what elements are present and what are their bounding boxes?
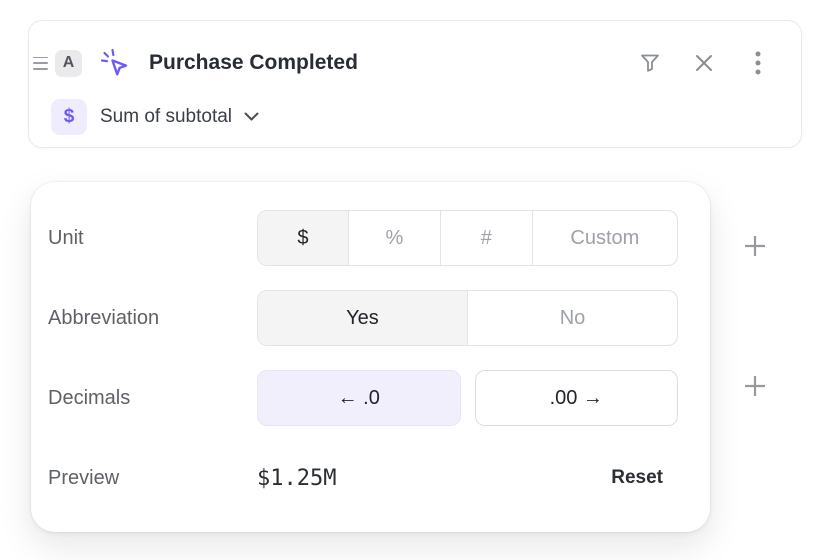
decimals-row: Decimals ← .0 .00 → bbox=[48, 370, 678, 426]
dollar-metric-icon: $ bbox=[51, 99, 87, 135]
close-button[interactable] bbox=[689, 48, 719, 78]
plus-icon bbox=[743, 374, 767, 398]
increase-decimals-button[interactable]: .00 → bbox=[475, 370, 679, 426]
abbreviation-segmented-control: Yes No bbox=[257, 290, 678, 346]
more-options-button[interactable] bbox=[743, 48, 773, 78]
decrease-decimals-button[interactable]: ← .0 bbox=[257, 370, 461, 426]
preview-value: $1.25M bbox=[257, 466, 336, 491]
event-card: A Purchase Completed bbox=[28, 20, 802, 148]
drag-handle-icon[interactable] bbox=[33, 57, 48, 70]
unit-label: Unit bbox=[48, 227, 257, 250]
unit-option-number[interactable]: # bbox=[440, 211, 532, 265]
abbreviation-option-no[interactable]: No bbox=[467, 291, 677, 345]
add-metric-button-bottom[interactable] bbox=[743, 374, 767, 398]
unit-option-custom[interactable]: Custom bbox=[532, 211, 677, 265]
decimals-buttons: ← .0 .00 → bbox=[257, 370, 678, 426]
decimals-label: Decimals bbox=[48, 387, 257, 410]
metric-selector[interactable]: Sum of subtotal bbox=[100, 106, 259, 128]
number-format-panel: Unit $ % # Custom Abbreviation Yes No De… bbox=[31, 182, 710, 532]
abbreviation-label: Abbreviation bbox=[48, 307, 257, 330]
unit-segmented-control: $ % # Custom bbox=[257, 210, 678, 266]
funnel-icon bbox=[638, 51, 662, 75]
unit-row: Unit $ % # Custom bbox=[48, 210, 678, 266]
metric-label: Sum of subtotal bbox=[100, 106, 232, 128]
add-metric-button-top[interactable] bbox=[743, 234, 767, 258]
event-card-actions bbox=[635, 47, 773, 79]
metric-row: $ Sum of subtotal bbox=[51, 99, 259, 135]
preview-row: Preview $1.25M Reset bbox=[48, 450, 678, 506]
kebab-menu-icon bbox=[754, 50, 762, 76]
preview-label: Preview bbox=[48, 467, 257, 490]
filter-button[interactable] bbox=[635, 48, 665, 78]
chevron-down-icon bbox=[244, 112, 259, 122]
click-cursor-icon bbox=[99, 47, 131, 79]
close-icon bbox=[693, 52, 715, 74]
unit-option-percent[interactable]: % bbox=[348, 211, 440, 265]
unit-option-dollar[interactable]: $ bbox=[258, 211, 348, 265]
event-letter-badge: A bbox=[55, 50, 82, 77]
abbreviation-row: Abbreviation Yes No bbox=[48, 290, 678, 346]
reset-button[interactable]: Reset bbox=[611, 467, 663, 489]
event-title: Purchase Completed bbox=[149, 51, 358, 75]
plus-icon bbox=[743, 234, 767, 258]
abbreviation-option-yes[interactable]: Yes bbox=[258, 291, 467, 345]
